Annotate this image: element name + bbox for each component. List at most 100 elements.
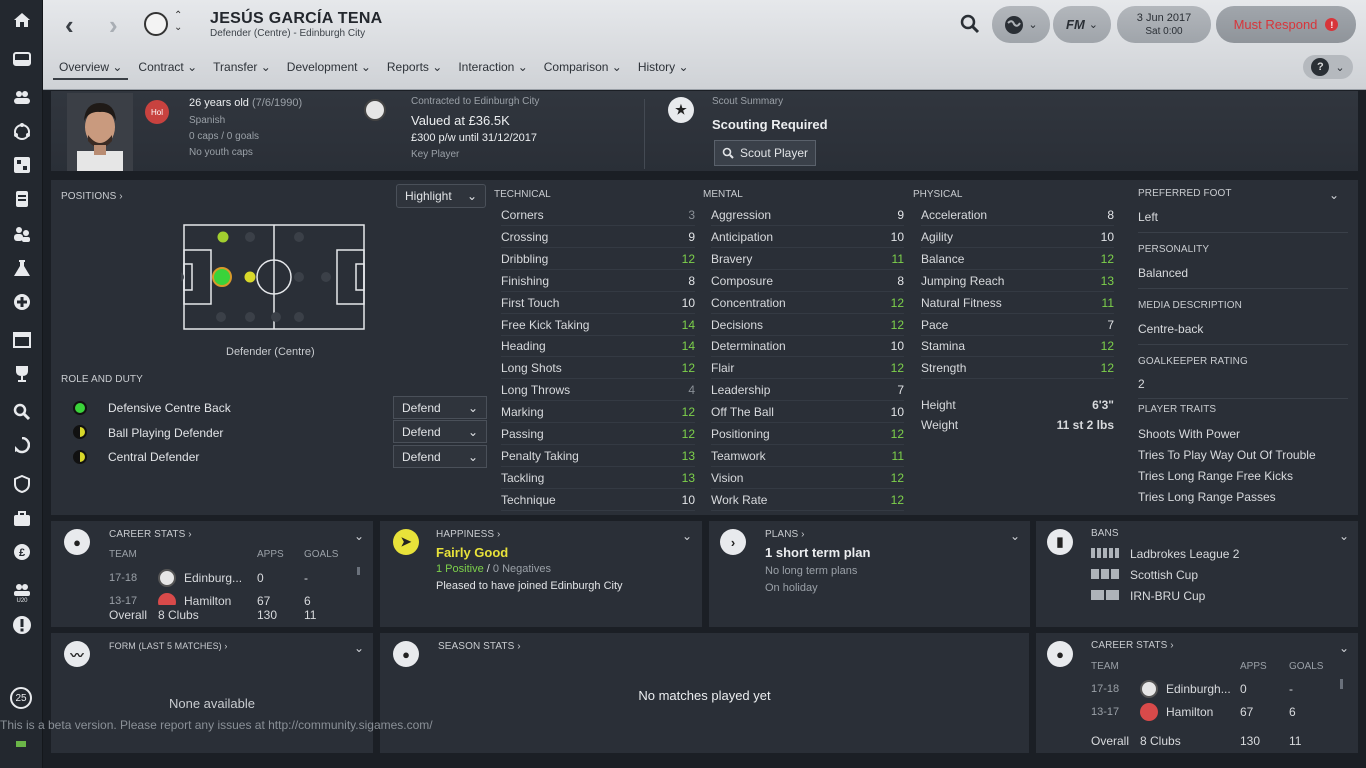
tab-comparison[interactable]: Comparison ⌄ bbox=[538, 56, 628, 80]
tactics-icon[interactable] bbox=[0, 117, 43, 147]
chevron-down-icon[interactable]: ⌄ bbox=[1329, 188, 1339, 202]
plans-value: 1 short term plan bbox=[765, 545, 871, 560]
club-crest-icon bbox=[1140, 703, 1158, 721]
dynamics-icon[interactable] bbox=[0, 184, 43, 214]
schedule-icon[interactable] bbox=[0, 325, 43, 355]
forward-icon[interactable]: › bbox=[109, 10, 118, 41]
attribute-value: 3 bbox=[688, 208, 695, 222]
player-trait: Shoots With Power bbox=[1138, 427, 1241, 441]
chevron-down-icon[interactable]: ⌄ bbox=[354, 529, 364, 543]
cycle-arrows-icon[interactable]: ⌃ ⌄ bbox=[174, 10, 182, 34]
attribute-value: 11 bbox=[891, 251, 904, 266]
career-stats-title[interactable]: CAREER STATS › bbox=[1091, 640, 1174, 651]
scouting-icon[interactable] bbox=[0, 397, 43, 427]
fm-menu-button[interactable]: FM ⌄ bbox=[1053, 6, 1111, 43]
col-team: TEAM bbox=[109, 549, 137, 560]
alert-icon[interactable] bbox=[0, 610, 43, 640]
club-vision-icon[interactable] bbox=[0, 469, 43, 499]
continue-date-button[interactable]: 3 Jun 2017 Sat 0:00 bbox=[1117, 6, 1211, 43]
duty-dropdown[interactable]: Defend ⌄ bbox=[393, 396, 487, 419]
team-link[interactable]: Hamilton bbox=[1166, 705, 1213, 719]
duty-dropdown[interactable]: Defend ⌄ bbox=[393, 420, 487, 443]
squad-icon[interactable] bbox=[0, 82, 43, 112]
career-stats-panel: ● CAREER STATS › ⌄ TEAM APPS GOALS 17-18… bbox=[51, 521, 373, 627]
tab-history[interactable]: History ⌄ bbox=[632, 56, 695, 80]
chevron-down-icon[interactable]: ⌄ bbox=[354, 641, 364, 655]
attribute-row: Heading 14 bbox=[501, 336, 695, 358]
team-link[interactable]: Edinburg... bbox=[184, 571, 242, 585]
attribute-name: Finishing bbox=[501, 273, 550, 288]
attribute-name: Balance bbox=[921, 251, 965, 266]
duty-dropdown[interactable]: Defend ⌄ bbox=[393, 445, 487, 468]
happiness-title[interactable]: HAPPINESS › bbox=[436, 529, 500, 540]
search-icon[interactable] bbox=[960, 14, 980, 37]
happiness-counts: 1 Positive / 0 Negatives bbox=[436, 563, 551, 575]
nation-badge[interactable]: Hol bbox=[145, 100, 169, 124]
chevron-down-icon: ⌄ bbox=[467, 400, 478, 415]
attribute-name: Positioning bbox=[711, 427, 770, 441]
career-stats-title[interactable]: CAREER STATS › bbox=[109, 529, 192, 540]
inbox-icon[interactable] bbox=[0, 44, 43, 74]
tab-interaction[interactable]: Interaction ⌄ bbox=[452, 56, 533, 80]
team-link[interactable]: Edinburgh... bbox=[1166, 682, 1231, 696]
scout-player-button[interactable]: Scout Player bbox=[714, 140, 816, 166]
training-icon[interactable] bbox=[0, 253, 43, 283]
tab-contract[interactable]: Contract ⌄ bbox=[132, 56, 203, 80]
positions-title[interactable]: POSITIONS › bbox=[61, 191, 123, 202]
scrollbar[interactable] bbox=[357, 567, 360, 575]
chevron-down-icon[interactable]: ⌄ bbox=[682, 529, 692, 543]
ban-competition: IRN-BRU Cup bbox=[1130, 589, 1206, 603]
days-badge[interactable]: 25 bbox=[10, 687, 32, 709]
highlight-dropdown[interactable]: Highlight ⌄ bbox=[396, 184, 486, 208]
attribute-row: Stamina 12 bbox=[921, 336, 1114, 358]
must-respond-button[interactable]: Must Respond! bbox=[1216, 6, 1356, 43]
attribute-row: Leadership 7 bbox=[711, 380, 904, 402]
staff-icon[interactable] bbox=[0, 219, 43, 249]
scrollbar[interactable] bbox=[1340, 679, 1343, 689]
attribute-value: 12 bbox=[890, 492, 904, 507]
club-crest-icon[interactable] bbox=[144, 12, 168, 36]
finances-icon[interactable]: £ bbox=[0, 537, 43, 567]
attribute-value: 12 bbox=[1100, 361, 1114, 376]
season-stats-title[interactable]: SEASON STATS › bbox=[438, 641, 521, 652]
tab-transfer[interactable]: Transfer ⌄ bbox=[207, 56, 277, 80]
help-button[interactable]: ? ⌄ bbox=[1303, 55, 1353, 79]
form-panel: 〰 FORM (LAST 5 MATCHES) › ⌄ None availab… bbox=[51, 633, 373, 753]
media-description-label: MEDIA DESCRIPTION bbox=[1138, 300, 1242, 311]
team-link[interactable]: Hamilton bbox=[184, 594, 231, 605]
u20-icon[interactable]: U20 bbox=[0, 577, 43, 607]
role-name[interactable]: Ball Playing Defender bbox=[108, 426, 223, 440]
attribute-value: 8 bbox=[897, 273, 904, 288]
back-icon[interactable]: ‹ bbox=[65, 10, 74, 41]
data-icon[interactable] bbox=[0, 150, 43, 180]
tab-reports[interactable]: Reports ⌄ bbox=[381, 56, 448, 80]
overall-label: Overall bbox=[109, 608, 148, 622]
chevron-down-icon[interactable]: ⌄ bbox=[1339, 529, 1349, 543]
tab-development[interactable]: Development ⌄ bbox=[281, 56, 377, 80]
competitions-icon[interactable] bbox=[0, 359, 43, 389]
attribute-value: 12 bbox=[681, 427, 695, 441]
plans-title[interactable]: PLANS › bbox=[765, 529, 805, 540]
medical-icon[interactable] bbox=[0, 287, 43, 317]
position-label: Defender (Centre) bbox=[226, 346, 315, 358]
tab-overview[interactable]: Overview ⌄ bbox=[53, 56, 129, 80]
status-icon bbox=[16, 741, 26, 747]
transfers-icon[interactable] bbox=[0, 431, 43, 461]
attribute-name: Agility bbox=[921, 229, 954, 244]
role-name[interactable]: Defensive Centre Back bbox=[108, 401, 231, 415]
goals-value: 6 bbox=[1289, 705, 1296, 719]
club-info-icon[interactable] bbox=[0, 504, 43, 534]
attribute-row: Vision 12 bbox=[711, 468, 904, 489]
home-icon[interactable] bbox=[0, 5, 43, 35]
club-crest-icon[interactable] bbox=[364, 99, 386, 121]
ban-bar-icon bbox=[1091, 548, 1121, 558]
attribute-name: First Touch bbox=[501, 295, 560, 310]
card-icon: ▮ bbox=[1047, 529, 1073, 555]
attribute-name: Technique bbox=[501, 492, 556, 507]
form-title[interactable]: FORM (LAST 5 MATCHES) › bbox=[109, 641, 227, 651]
height-row: Height 6'3" bbox=[921, 397, 1114, 412]
role-name[interactable]: Central Defender bbox=[108, 450, 199, 464]
world-button[interactable]: ⌄ bbox=[992, 6, 1050, 43]
chevron-down-icon[interactable]: ⌄ bbox=[1010, 529, 1020, 543]
chevron-down-icon[interactable]: ⌄ bbox=[1339, 641, 1349, 655]
